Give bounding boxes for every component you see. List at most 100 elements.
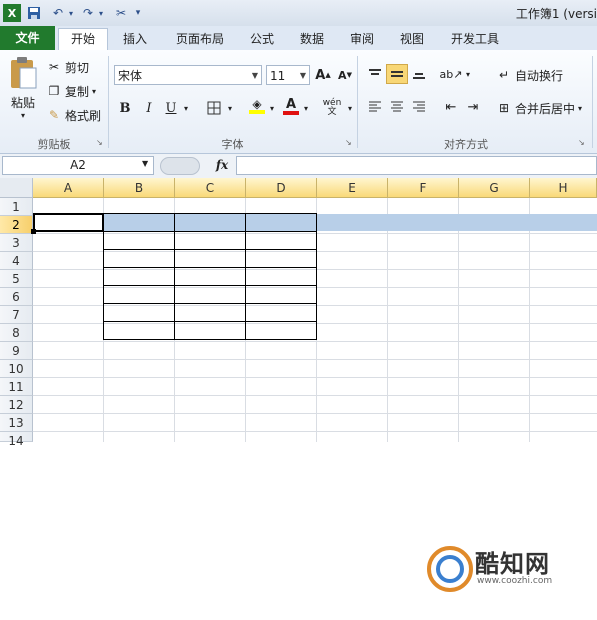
bordered-table-range[interactable]: [103, 213, 317, 340]
wrap-text-button[interactable]: ↵ 自动换行: [496, 65, 563, 85]
align-left-button[interactable]: [364, 97, 386, 117]
italic-button[interactable]: I: [138, 98, 160, 118]
phonetic-icon: 文: [327, 107, 337, 117]
underline-dropdown-icon[interactable]: ▾: [180, 98, 192, 118]
row-header-8[interactable]: 8: [0, 324, 33, 342]
row-header-6[interactable]: 6: [0, 288, 33, 306]
paste-icon: [11, 57, 37, 89]
font-color-dropdown-icon[interactable]: ▾: [300, 98, 312, 118]
column-header-b[interactable]: B: [104, 178, 175, 198]
font-name-combo[interactable]: 宋体 ▼: [114, 65, 262, 85]
tools-icon[interactable]: ✂: [112, 4, 130, 22]
tab-view[interactable]: 视图: [390, 29, 434, 49]
decrease-indent-icon: ⇤: [445, 99, 457, 115]
row-header-11[interactable]: 11: [0, 378, 33, 396]
active-cell[interactable]: [33, 213, 104, 232]
formula-input[interactable]: [236, 156, 597, 175]
group-divider: [592, 56, 593, 148]
fill-color-dropdown-icon[interactable]: ▾: [266, 98, 278, 118]
row-header-9[interactable]: 9: [0, 342, 33, 360]
select-all-button[interactable]: [0, 178, 33, 198]
orientation-dropdown-icon[interactable]: ▾: [462, 64, 474, 84]
formula-bar-divider-handle[interactable]: [160, 157, 200, 175]
ribbon-tabs: 文件 开始 插入 页面布局 公式 数据 审阅 视图 开发工具: [0, 26, 597, 51]
tab-home[interactable]: 开始: [58, 28, 108, 51]
row-header-13[interactable]: 13: [0, 414, 33, 432]
shrink-font-button[interactable]: A ▼: [334, 65, 356, 85]
column-header-e[interactable]: E: [317, 178, 388, 198]
undo-dropdown-icon[interactable]: ▾: [66, 4, 76, 22]
phonetic-button[interactable]: wén 文: [318, 98, 346, 118]
decrease-indent-button[interactable]: ⇤: [440, 97, 462, 117]
tab-developer[interactable]: 开发工具: [444, 29, 506, 49]
row-header-14[interactable]: 14: [0, 432, 33, 448]
column-header-g[interactable]: G: [459, 178, 530, 198]
excel-logo-icon[interactable]: X: [3, 4, 21, 22]
align-right-button[interactable]: [408, 97, 430, 117]
align-right-icon: [413, 101, 425, 112]
borders-icon: [207, 101, 221, 115]
column-header-c[interactable]: C: [175, 178, 246, 198]
insert-function-button[interactable]: fx: [210, 156, 234, 175]
copy-dropdown-icon[interactable]: ▾: [92, 87, 96, 96]
row-header-3[interactable]: 3: [0, 234, 33, 252]
undo-icon[interactable]: ↶: [50, 4, 66, 22]
format-painter-button[interactable]: ✎ 格式刷: [46, 106, 101, 124]
paste-dropdown-icon[interactable]: ▾: [21, 111, 25, 120]
row-header-5[interactable]: 5: [0, 270, 33, 288]
font-launcher-icon[interactable]: ↘: [345, 138, 352, 147]
save-icon[interactable]: [26, 4, 42, 22]
orientation-button[interactable]: ab↗: [440, 64, 463, 84]
fill-handle[interactable]: [31, 229, 36, 234]
tab-file[interactable]: 文件: [0, 26, 55, 50]
row-header-1[interactable]: 1: [0, 198, 33, 216]
name-box[interactable]: A2: [2, 156, 154, 175]
name-box-dropdown-icon[interactable]: ▼: [142, 159, 148, 168]
merge-center-button[interactable]: ⊞ 合并后居中 ▾: [496, 98, 582, 118]
row-header-7[interactable]: 7: [0, 306, 33, 324]
row-header-4[interactable]: 4: [0, 252, 33, 270]
merge-dropdown-icon[interactable]: ▾: [578, 104, 582, 113]
cut-button[interactable]: ✂ 剪切: [46, 58, 89, 76]
merge-cells-icon: ⊞: [498, 101, 510, 115]
bold-button[interactable]: B: [114, 98, 136, 118]
tab-page-layout[interactable]: 页面布局: [164, 29, 236, 49]
paste-label: 粘贴: [10, 96, 35, 110]
redo-icon[interactable]: ↷: [80, 4, 96, 22]
increase-indent-button[interactable]: ⇥: [462, 97, 484, 117]
tab-formulas[interactable]: 公式: [240, 29, 284, 49]
watermark-url: www.coozhi.com: [477, 576, 553, 586]
font-size-combo[interactable]: 11 ▼: [266, 65, 310, 85]
tab-review[interactable]: 审阅: [340, 29, 384, 49]
column-header-d[interactable]: D: [246, 178, 317, 198]
tab-data[interactable]: 数据: [290, 29, 334, 49]
fill-color-button[interactable]: ◈: [246, 96, 268, 116]
align-middle-button[interactable]: [386, 64, 408, 84]
font-color-letter: A: [285, 96, 297, 112]
column-header-a[interactable]: A: [33, 178, 104, 198]
column-header-h[interactable]: H: [530, 178, 597, 198]
tab-insert[interactable]: 插入: [113, 29, 157, 49]
align-bottom-button[interactable]: [408, 64, 430, 84]
column-header-f[interactable]: F: [388, 178, 459, 198]
format-painter-label: 格式刷: [65, 108, 102, 123]
underline-button[interactable]: U: [160, 98, 182, 118]
paste-button[interactable]: 粘贴 ▾: [4, 56, 42, 126]
borders-dropdown-icon[interactable]: ▾: [224, 98, 236, 118]
alignment-launcher-icon[interactable]: ↘: [578, 138, 585, 147]
clipboard-launcher-icon[interactable]: ↘: [96, 138, 103, 147]
align-top-button[interactable]: [364, 64, 386, 84]
wrap-text-icon: ↵: [498, 68, 510, 82]
redo-dropdown-icon[interactable]: ▾: [96, 4, 106, 22]
phonetic-dropdown-icon[interactable]: ▾: [344, 98, 356, 118]
font-color-button[interactable]: A: [280, 96, 302, 116]
grow-font-button[interactable]: A ▲: [312, 65, 334, 85]
customize-icon[interactable]: ▾: [132, 4, 144, 22]
row-header-10[interactable]: 10: [0, 360, 33, 378]
align-center-button[interactable]: [386, 97, 408, 117]
row-header-2[interactable]: 2: [0, 216, 33, 234]
group-divider: [108, 56, 109, 148]
copy-button[interactable]: ❐ 复制 ▾: [46, 82, 96, 100]
borders-button[interactable]: [203, 98, 225, 118]
row-header-12[interactable]: 12: [0, 396, 33, 414]
